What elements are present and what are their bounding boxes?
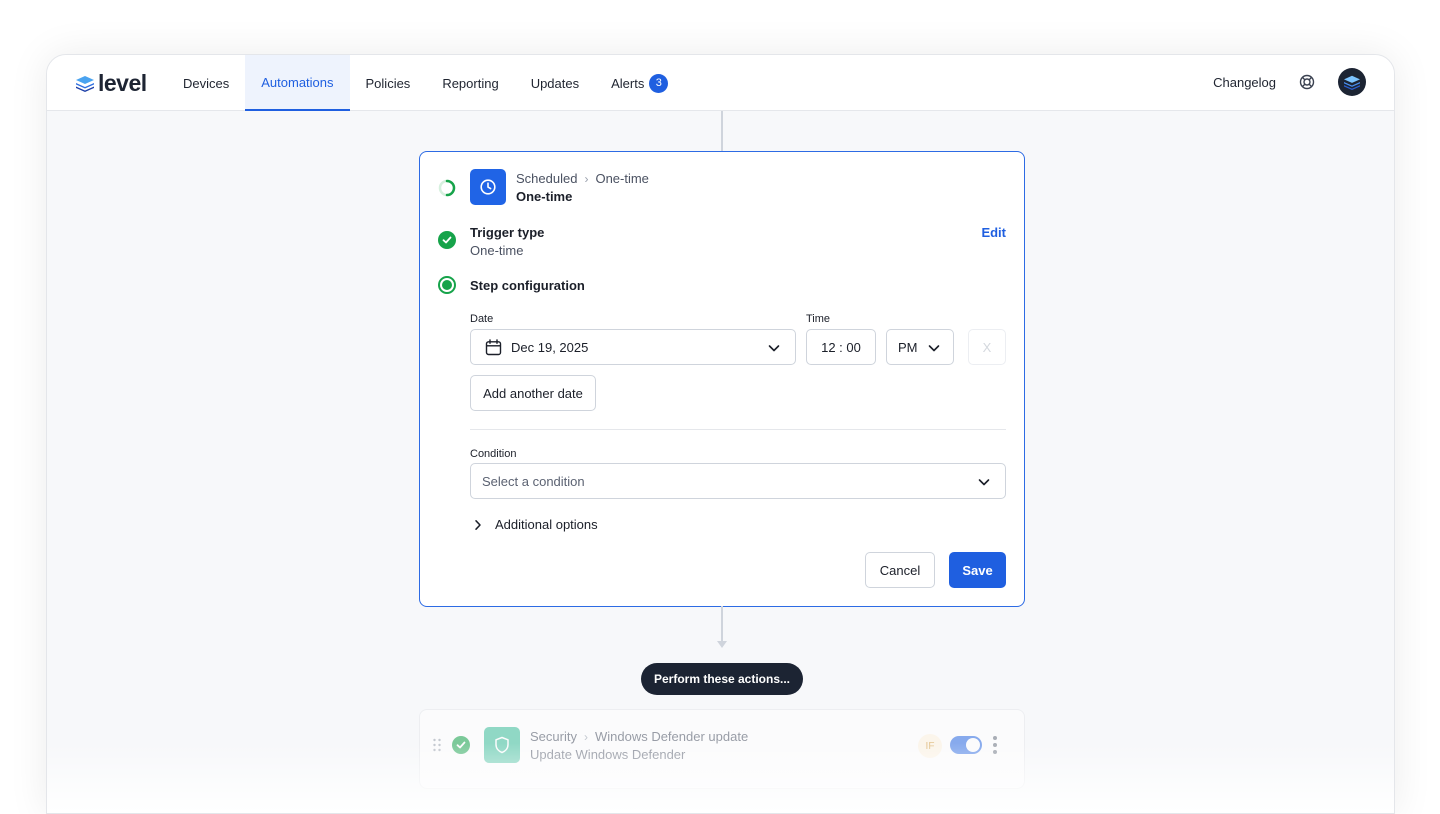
chevron-right-icon: › xyxy=(584,171,589,186)
section-divider xyxy=(470,429,1006,430)
time-value: 12 : 00 xyxy=(821,339,861,355)
loading-spinner-icon xyxy=(438,179,456,197)
action-enabled-toggle[interactable] xyxy=(950,736,982,754)
cancel-button[interactable]: Cancel xyxy=(865,552,935,588)
trigger-config-card: Scheduled › One-time One-time Trigger ty… xyxy=(419,151,1025,607)
arrow-down-icon xyxy=(717,641,727,648)
user-avatar[interactable] xyxy=(1338,68,1366,96)
changelog-link[interactable]: Changelog xyxy=(1213,75,1276,90)
action-step-card[interactable]: Security › Windows Defender update Updat… xyxy=(419,709,1025,789)
nav-reporting[interactable]: Reporting xyxy=(426,55,514,111)
check-circle-icon xyxy=(438,231,456,249)
top-right-actions: Changelog xyxy=(1213,68,1366,96)
calendar-icon xyxy=(485,339,502,356)
crumb-windows-defender: Windows Defender update xyxy=(594,729,749,744)
nav-alerts-label: Alerts xyxy=(611,75,645,91)
nav-reporting-label: Reporting xyxy=(442,75,499,91)
logo-wordmark: level xyxy=(98,69,147,96)
flow-connector-top xyxy=(721,111,723,151)
additional-options-toggle[interactable]: Additional options xyxy=(472,517,598,532)
condition-select[interactable]: Select a condition xyxy=(470,463,1006,499)
perform-actions-label: Perform these actions... xyxy=(653,672,791,686)
active-step-icon xyxy=(438,276,456,294)
date-picker[interactable]: Dec 19, 2025 xyxy=(470,329,796,365)
drag-handle-icon[interactable] xyxy=(432,738,442,752)
shield-icon xyxy=(495,736,509,754)
add-another-date-button[interactable]: Add another date xyxy=(470,375,596,411)
main-nav: Devices Automations Policies Reporting U… xyxy=(167,55,684,111)
crumb-one-time: One-time xyxy=(595,171,649,186)
nav-updates-label: Updates xyxy=(530,75,580,91)
crumb-scheduled: Scheduled xyxy=(516,171,578,186)
action-breadcrumb: Security › Windows Defender update xyxy=(530,729,748,744)
edit-trigger-link[interactable]: Edit xyxy=(981,225,1006,240)
step-configuration-title: Step configuration xyxy=(470,278,585,293)
cancel-label: Cancel xyxy=(879,562,921,578)
nav-policies-label: Policies xyxy=(365,75,411,91)
add-another-date-label: Add another date xyxy=(483,385,583,401)
nav-updates[interactable]: Updates xyxy=(515,55,595,111)
top-navigation-bar: level Devices Automations Policies Repor… xyxy=(47,55,1394,111)
clock-icon xyxy=(480,179,496,195)
date-label: Date xyxy=(470,313,494,325)
flow-connector-middle xyxy=(721,606,723,642)
chevron-right-icon: › xyxy=(583,729,588,744)
nav-alerts[interactable]: Alerts 3 xyxy=(595,55,684,111)
chevron-down-icon xyxy=(768,345,780,352)
action-title: Update Windows Defender xyxy=(530,747,686,762)
logo-layers-icon xyxy=(76,76,94,92)
level-logo[interactable]: level xyxy=(75,70,147,96)
nav-devices-label: Devices xyxy=(183,75,230,91)
nav-devices[interactable]: Devices xyxy=(167,55,245,111)
shield-icon-box xyxy=(484,727,520,763)
perform-actions-pill: Perform these actions... xyxy=(641,663,803,695)
alerts-count-badge: 3 xyxy=(649,73,669,93)
chevron-down-icon xyxy=(928,345,940,352)
kebab-menu-icon[interactable] xyxy=(992,736,998,754)
ampm-value: PM xyxy=(898,339,918,355)
nav-policies[interactable]: Policies xyxy=(350,55,427,111)
clock-icon-box xyxy=(470,169,506,205)
nav-automations[interactable]: Automations xyxy=(245,55,350,111)
save-label: Save xyxy=(962,562,993,578)
nav-automations-label: Automations xyxy=(261,74,334,90)
time-input[interactable]: 12 : 00 xyxy=(806,329,876,365)
trigger-breadcrumb: Scheduled › One-time xyxy=(516,171,649,186)
lifebuoy-icon[interactable] xyxy=(1298,73,1316,91)
app-window: level Devices Automations Policies Repor… xyxy=(46,54,1395,814)
condition-placeholder: Select a condition xyxy=(482,473,585,489)
close-icon: X xyxy=(982,339,992,355)
crumb-security: Security xyxy=(530,729,577,744)
trigger-type-title: Trigger type xyxy=(470,225,545,240)
condition-label: Condition xyxy=(470,448,517,460)
chevron-right-icon xyxy=(475,519,481,530)
layers-icon xyxy=(1344,75,1360,90)
save-button[interactable]: Save xyxy=(949,552,1006,588)
if-condition-badge[interactable]: IF xyxy=(918,734,942,758)
date-value: Dec 19, 2025 xyxy=(511,339,589,355)
remove-date-button[interactable]: X xyxy=(968,329,1006,365)
chevron-down-icon xyxy=(978,479,990,486)
ampm-select[interactable]: PM xyxy=(886,329,954,365)
trigger-card-title: One-time xyxy=(516,189,573,204)
check-circle-icon xyxy=(452,736,470,754)
trigger-type-value: One-time xyxy=(470,243,524,258)
time-label: Time xyxy=(806,313,831,325)
additional-options-label: Additional options xyxy=(495,517,598,532)
